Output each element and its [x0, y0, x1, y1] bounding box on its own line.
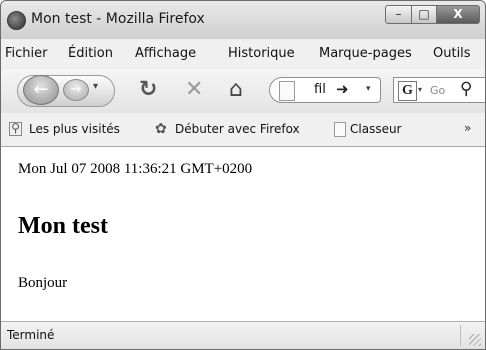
url-bar[interactable]: fil ➜ ▾ — [269, 77, 381, 103]
status-divider — [460, 325, 461, 346]
close-button[interactable]: X — [436, 5, 480, 24]
back-arrow-icon[interactable]: ← — [23, 75, 59, 105]
menu-fichier[interactable]: Fichier — [5, 46, 48, 61]
page-icon — [334, 122, 346, 137]
bookmarks-overflow-button[interactable]: » — [464, 121, 471, 135]
menu-historique[interactable]: Historique — [228, 46, 295, 61]
title-bar[interactable]: Mon test - Mozilla Firefox – □ X — [1, 1, 485, 39]
url-input[interactable]: fil — [314, 82, 326, 97]
firefox-icon: ✿ — [155, 121, 167, 137]
menu-bar: Fichier Édition Affichage Historique Mar… — [1, 39, 485, 69]
home-icon[interactable]: ⌂ — [229, 79, 243, 101]
firefox-app-icon[interactable] — [7, 11, 26, 30]
maximize-button[interactable]: □ — [411, 5, 437, 24]
bookmark-classeur[interactable]: Classeur — [350, 122, 402, 136]
page-paragraph: Bonjour — [18, 275, 68, 291]
bookmark-debuter-firefox[interactable]: Débuter avec Firefox — [175, 122, 300, 136]
search-icon[interactable]: ⚲ — [460, 79, 472, 99]
url-dropdown-icon[interactable]: ▾ — [366, 84, 371, 94]
history-dropdown-icon[interactable]: ▾ — [93, 81, 98, 92]
bookmarks-toolbar: ⚲ Les plus visités ✿ Débuter avec Firefo… — [1, 113, 485, 147]
status-text: Terminé — [7, 328, 55, 342]
page-heading: Mon test — [18, 213, 108, 239]
menu-affichage[interactable]: Affichage — [135, 46, 196, 61]
menu-edition[interactable]: Édition — [68, 46, 113, 61]
window-title: Mon test - Mozilla Firefox — [31, 11, 205, 27]
menu-outils[interactable]: Outils — [433, 46, 471, 61]
google-engine-icon[interactable]: G — [398, 81, 417, 101]
go-arrow-icon[interactable]: ➜ — [336, 80, 349, 98]
stop-icon[interactable]: ✕ — [185, 79, 203, 101]
status-bar: Terminé — [1, 322, 485, 349]
forward-arrow-icon[interactable]: → — [63, 79, 89, 101]
search-page-icon: ⚲ — [9, 122, 22, 136]
page-favicon-icon — [279, 81, 295, 101]
browser-window: Mon test - Mozilla Firefox – □ X Fichier… — [0, 0, 486, 350]
engine-dropdown-icon[interactable]: ▾ — [418, 85, 422, 94]
minimize-button[interactable]: – — [385, 5, 412, 24]
reload-icon[interactable]: ↻ — [139, 79, 157, 101]
menu-marque-pages[interactable]: Marque-pages — [319, 46, 412, 61]
search-box[interactable]: G ▾ Go ⚲ — [393, 77, 485, 103]
navigation-toolbar: ← → ▾ ↻ ✕ ⌂ fil ➜ ▾ G ▾ Go ⚲ — [1, 69, 485, 113]
date-text: Mon Jul 07 2008 11:36:21 GMT+0200 — [18, 161, 253, 177]
search-input[interactable]: Go — [430, 84, 445, 97]
page-content: Mon Jul 07 2008 11:36:21 GMT+0200 Mon te… — [1, 147, 485, 322]
resize-grip-icon[interactable] — [469, 334, 481, 346]
bookmark-plus-visites[interactable]: Les plus visités — [29, 122, 120, 136]
